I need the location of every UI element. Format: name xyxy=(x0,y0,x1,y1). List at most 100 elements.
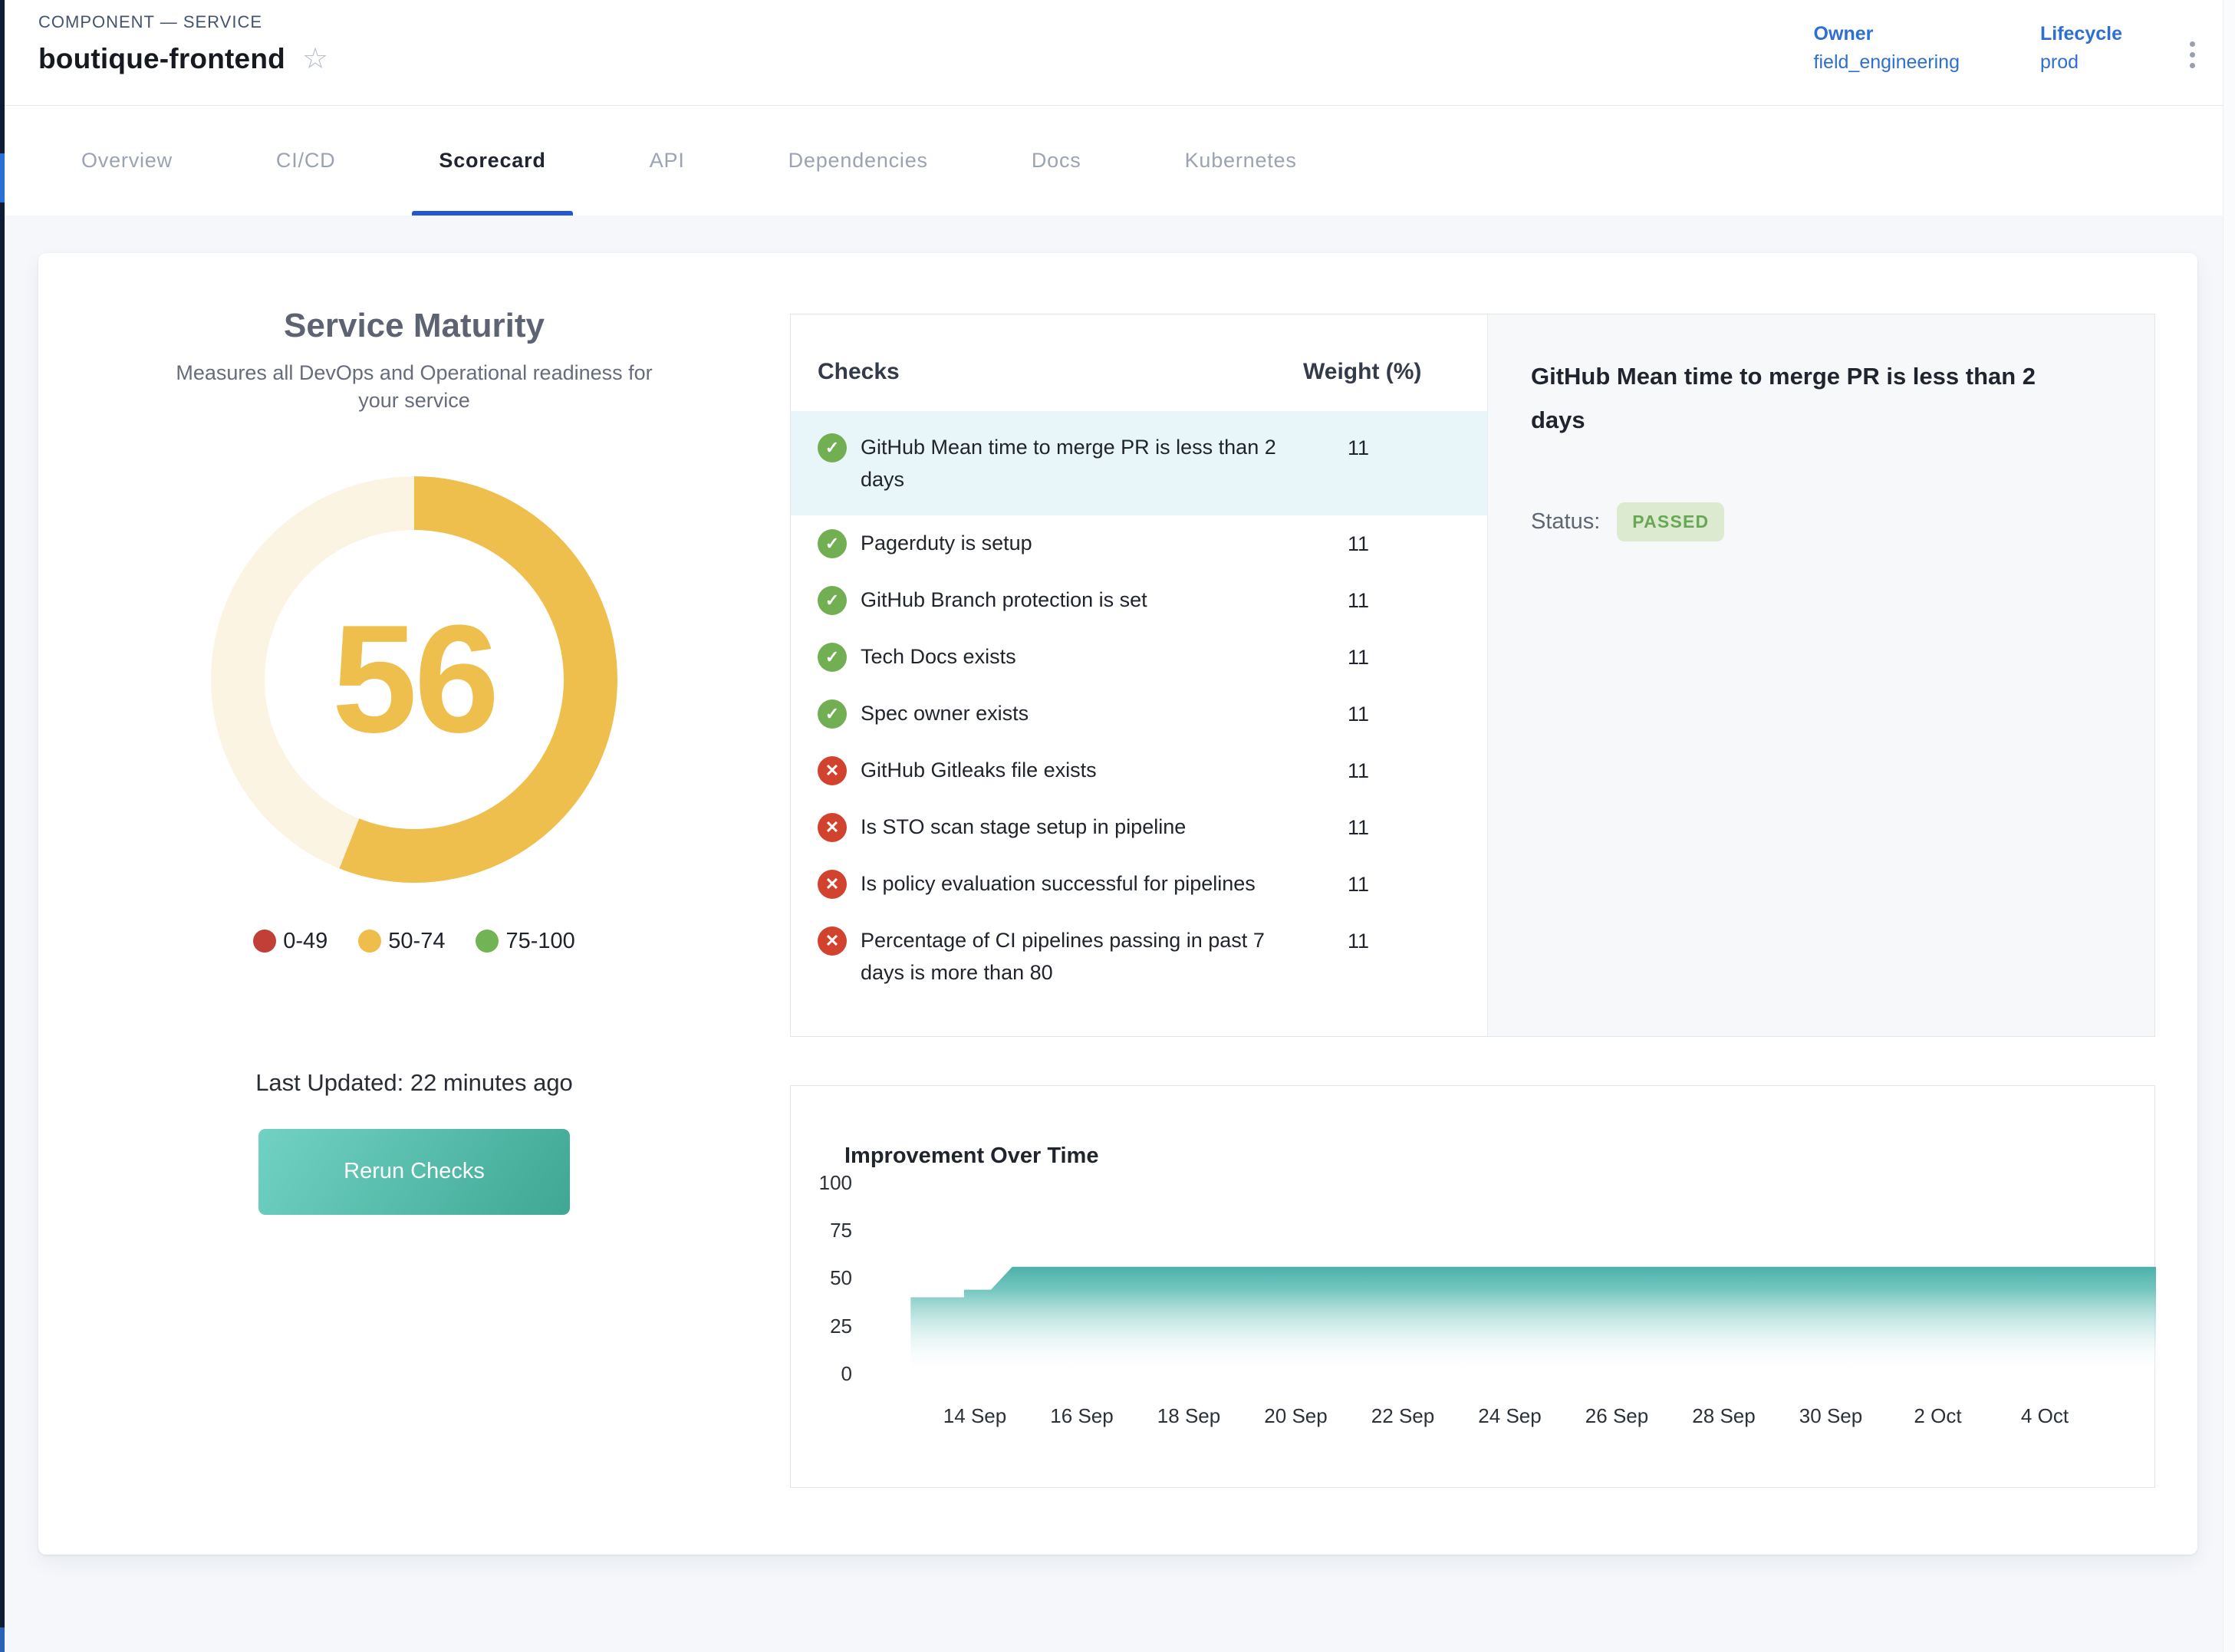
check-row-main: ✓ GitHub Mean time to merge PR is less th… xyxy=(818,431,1303,495)
check-failed-icon: ✕ xyxy=(818,813,847,842)
check-row[interactable]: ✕ Is STO scan stage setup in pipeline 11 xyxy=(791,799,1487,856)
favorite-star-icon[interactable]: ☆ xyxy=(302,44,328,74)
legend-item: 75-100 xyxy=(476,929,574,954)
meta-owner: Owner field_engineering xyxy=(1814,23,1960,74)
check-row-main: ✕ Is STO scan stage setup in pipeline xyxy=(818,811,1303,843)
check-label: Spec owner exists xyxy=(861,697,1029,729)
x-tick-label: 26 Sep xyxy=(1585,1404,1648,1428)
meta-lifecycle-value[interactable]: prod xyxy=(2040,51,2122,74)
check-row[interactable]: ✕GitHub Gitleaks file exists11 xyxy=(791,742,1487,799)
tab-dependencies[interactable]: Dependencies xyxy=(762,106,955,216)
check-weight: 11 xyxy=(1303,924,1460,958)
check-weight: 11 xyxy=(1303,811,1460,844)
chart-y-axis: 100 75 50 25 0 xyxy=(791,1171,852,1401)
check-row[interactable]: ✓ Pagerduty is setup 11 xyxy=(791,515,1487,572)
meta-lifecycle-label: Lifecycle xyxy=(2040,23,2122,45)
check-label: Is policy evaluation successful for pipe… xyxy=(861,867,1256,900)
legend-label: 0-49 xyxy=(283,929,328,954)
check-label: Pagerduty is setup xyxy=(861,527,1032,559)
checks-and-trend: Checks Weight (%) ✓ GitHub Mean time to m… xyxy=(790,253,2197,1555)
score-gauge: 56 xyxy=(211,476,617,883)
y-tick-label: 100 xyxy=(791,1171,852,1194)
check-label: GitHub Mean time to merge PR is less tha… xyxy=(861,431,1303,495)
scorecard-title: Service Maturity xyxy=(284,307,545,345)
check-weight: 11 xyxy=(1303,640,1460,674)
legend-item: 50-74 xyxy=(358,929,445,954)
tab-docs[interactable]: Docs xyxy=(1005,106,1108,216)
check-failed-icon: ✕ xyxy=(818,870,847,899)
check-row-main: ✓ Spec owner exists xyxy=(818,697,1303,729)
more-options-button[interactable] xyxy=(2185,37,2200,73)
check-row[interactable]: ✓ Spec owner exists 11 xyxy=(791,686,1487,742)
check-failed-icon: ✕ xyxy=(818,926,847,956)
rerun-checks-button[interactable]: Rerun Checks xyxy=(258,1129,570,1215)
checks-card: Checks Weight (%) ✓ GitHub Mean time to m… xyxy=(790,314,2155,1037)
entity-kind-label: COMPONENT — SERVICE xyxy=(38,12,328,32)
x-tick-label: 28 Sep xyxy=(1692,1404,1755,1428)
page-title: boutique-frontend xyxy=(38,43,285,75)
checks-table-header: Checks Weight (%) xyxy=(791,314,1487,411)
x-tick-label: 24 Sep xyxy=(1478,1404,1541,1428)
scorecard-subtitle: Measures all DevOps and Operational read… xyxy=(169,359,660,415)
check-detail-panel: GitHub Mean time to merge PR is less tha… xyxy=(1487,314,2154,1036)
improvement-chart-card: Improvement Over Time 100 75 50 25 0 xyxy=(790,1085,2155,1488)
meta-owner-value[interactable]: field_engineering xyxy=(1814,51,1960,74)
check-row[interactable]: ✓GitHub Branch protection is set11 xyxy=(791,572,1487,629)
check-weight: 11 xyxy=(1303,527,1460,561)
tab-overview[interactable]: Overview xyxy=(54,106,199,216)
x-tick-label: 22 Sep xyxy=(1371,1404,1434,1428)
legend-dot-icon xyxy=(358,930,381,953)
left-nav-rail xyxy=(0,0,5,1652)
header-meta: Owner field_engineering Lifecycle prod xyxy=(1814,23,2122,74)
legend-item: 0-49 xyxy=(253,929,328,954)
check-label: Is STO scan stage setup in pipeline xyxy=(861,811,1186,843)
check-row[interactable]: ✕ Percentage of CI pipelines passing in p… xyxy=(791,913,1487,1000)
chart-title: Improvement Over Time xyxy=(844,1144,1098,1169)
legend-label: 75-100 xyxy=(505,929,574,954)
status-badge: PASSED xyxy=(1617,502,1724,541)
meta-owner-label: Owner xyxy=(1814,23,1960,45)
y-tick-label: 0 xyxy=(791,1362,852,1385)
check-label: GitHub Branch protection is set xyxy=(861,584,1147,616)
check-row-main: ✕ GitHub Gitleaks file exists xyxy=(818,754,1303,786)
y-tick-label: 75 xyxy=(791,1219,852,1242)
nav-bottom-indicator xyxy=(0,1627,5,1652)
check-row-main: ✓ Pagerduty is setup xyxy=(818,527,1303,559)
check-passed-icon: ✓ xyxy=(818,699,847,729)
check-label: Tech Docs exists xyxy=(861,640,1016,673)
check-failed-icon: ✕ xyxy=(818,756,847,785)
score-legend: 0-49 50-74 75-100 xyxy=(253,929,575,954)
scrollbar-gutter[interactable] xyxy=(2223,0,2235,1652)
x-tick-label: 16 Sep xyxy=(1050,1404,1113,1428)
legend-dot-icon xyxy=(253,930,276,953)
check-weight: 11 xyxy=(1303,431,1460,465)
check-row-main: ✓ GitHub Branch protection is set xyxy=(818,584,1303,616)
check-label: Percentage of CI pipelines passing in pa… xyxy=(861,924,1303,989)
check-passed-icon: ✓ xyxy=(818,586,847,615)
x-tick-label: 14 Sep xyxy=(943,1404,1006,1428)
weight-column-header: Weight (%) xyxy=(1303,359,1460,385)
checks-column-header: Checks xyxy=(818,359,1303,385)
score-value: 56 xyxy=(211,476,617,883)
check-passed-icon: ✓ xyxy=(818,529,847,558)
check-weight: 11 xyxy=(1303,697,1460,731)
tab-ci-cd[interactable]: CI/CD xyxy=(249,106,363,216)
checks-rows: ✓ GitHub Mean time to merge PR is less th… xyxy=(791,411,1487,1000)
legend-dot-icon xyxy=(476,930,499,953)
meta-lifecycle: Lifecycle prod xyxy=(2040,23,2122,74)
check-row-main: ✕ Percentage of CI pipelines passing in p… xyxy=(818,924,1303,989)
check-row[interactable]: ✓ Tech Docs exists 11 xyxy=(791,629,1487,686)
tab-scorecard[interactable]: Scorecard xyxy=(412,106,572,216)
check-passed-icon: ✓ xyxy=(818,643,847,672)
check-label: GitHub Gitleaks file exists xyxy=(861,754,1097,786)
tab-api[interactable]: API xyxy=(623,106,712,216)
area-chart-svg xyxy=(867,1167,2156,1397)
check-row[interactable]: ✓ GitHub Mean time to merge PR is less th… xyxy=(791,411,1487,515)
check-passed-icon: ✓ xyxy=(818,433,847,462)
content-area: Service Maturity Measures all DevOps and… xyxy=(5,216,2235,1555)
y-tick-label: 25 xyxy=(791,1315,852,1338)
scorecard-panel: Service Maturity Measures all DevOps and… xyxy=(38,253,2197,1555)
y-tick-label: 50 xyxy=(791,1266,852,1289)
check-row[interactable]: ✕ Is policy evaluation successful for pip… xyxy=(791,856,1487,913)
tab-kubernetes[interactable]: Kubernetes xyxy=(1158,106,1324,216)
